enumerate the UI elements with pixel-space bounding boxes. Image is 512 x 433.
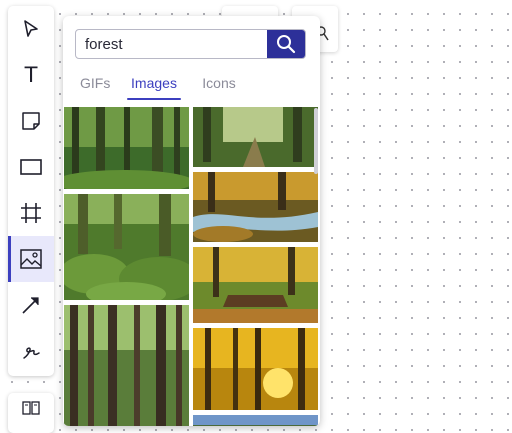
sticky-note-icon	[22, 112, 40, 130]
arrow-line-icon	[22, 297, 39, 314]
frame-icon	[21, 203, 41, 223]
image-tool[interactable]	[8, 236, 54, 282]
cursor-arrow-icon	[24, 20, 38, 37]
text-icon: T	[24, 62, 38, 87]
search-icon	[277, 35, 296, 54]
pen-scribble-icon	[23, 347, 40, 359]
image-result[interactable]	[193, 107, 318, 167]
tab-images[interactable]: Images	[127, 74, 181, 100]
image-result[interactable]	[193, 328, 318, 410]
image-result[interactable]	[64, 194, 189, 300]
rectangle-tool[interactable]	[8, 144, 54, 190]
image-results-grid	[63, 106, 320, 426]
select-tool[interactable]	[8, 6, 54, 52]
tab-icons[interactable]: Icons	[201, 74, 237, 100]
image-result[interactable]	[64, 107, 189, 189]
search-button[interactable]	[267, 30, 305, 58]
rectangle-icon	[20, 159, 42, 175]
sticky-note-tool[interactable]	[8, 98, 54, 144]
image-icon	[20, 249, 42, 269]
bottom-toolbar	[8, 393, 54, 433]
image-result[interactable]	[193, 247, 318, 323]
tab-gifs[interactable]: GIFs	[80, 74, 110, 100]
media-picker-panel: GIFs Images Icons	[63, 16, 320, 426]
media-type-tabs: GIFs Images Icons	[63, 74, 320, 104]
search-input[interactable]	[76, 30, 269, 58]
frame-tool[interactable]	[8, 190, 54, 236]
arrow-tool[interactable]	[8, 282, 54, 328]
keyboard-shortcuts-icon[interactable]	[22, 401, 40, 415]
left-toolbar: T	[8, 6, 54, 376]
results-scrollbar[interactable]	[314, 108, 318, 174]
pen-tool[interactable]	[8, 328, 54, 374]
image-result[interactable]	[193, 172, 318, 242]
search-box	[75, 29, 306, 59]
text-tool[interactable]: T	[8, 52, 54, 98]
image-result[interactable]	[64, 305, 189, 426]
image-result[interactable]	[193, 415, 318, 426]
